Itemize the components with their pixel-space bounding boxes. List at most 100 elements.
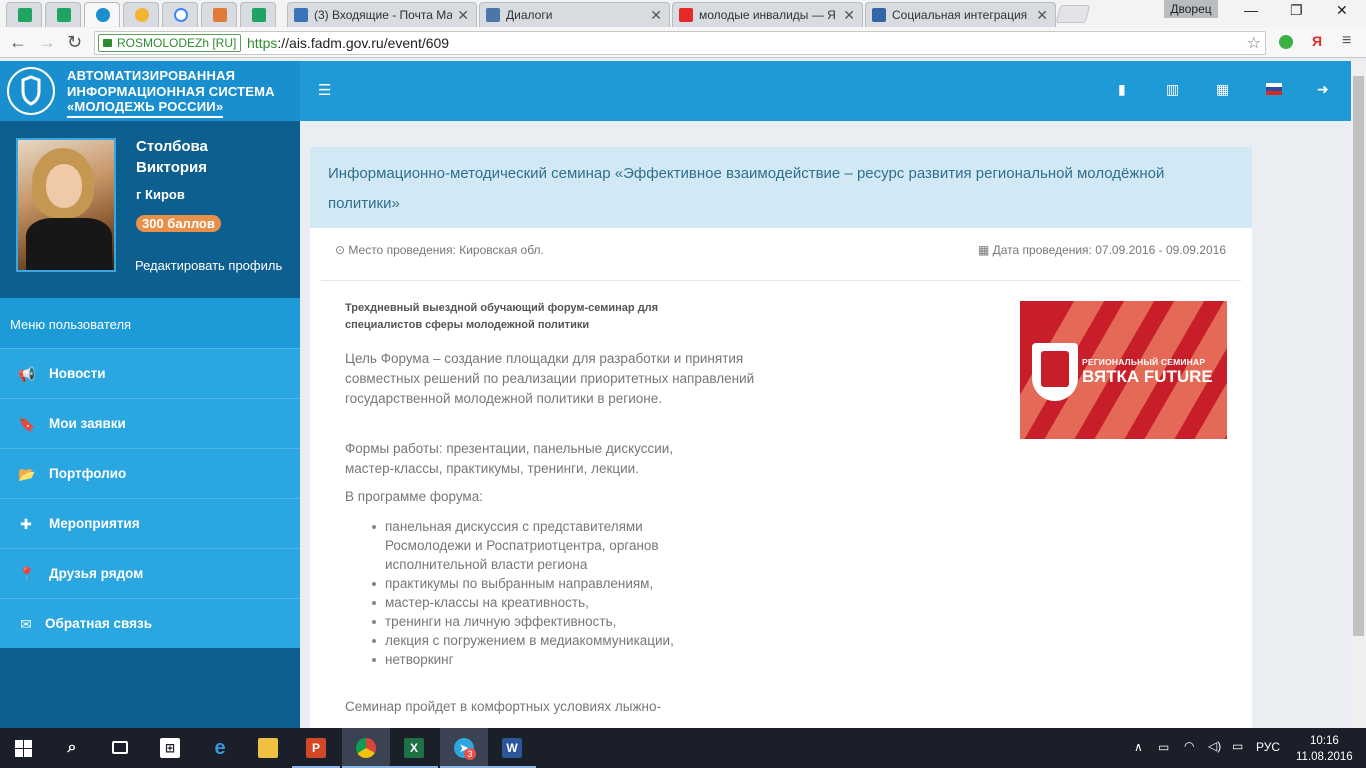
back-icon[interactable]: ← bbox=[9, 32, 27, 53]
edit-profile-link[interactable]: Редактировать профиль bbox=[135, 258, 282, 273]
scrollbar-thumb[interactable] bbox=[1353, 76, 1364, 636]
menu-toggle-icon[interactable]: ☰ bbox=[318, 81, 331, 99]
url-text[interactable]: https://ais.fadm.gov.ru/event/609 bbox=[247, 35, 449, 51]
volume-icon[interactable]: ◁) bbox=[1208, 739, 1221, 753]
avatar[interactable] bbox=[16, 138, 116, 272]
url-rest: ://ais.fadm.gov.ru/event/609 bbox=[277, 35, 450, 51]
pinned-tab-sheets-2[interactable] bbox=[45, 2, 81, 27]
edge-icon: e bbox=[214, 737, 226, 759]
banner-title: ВЯТКА FUTURE bbox=[1082, 367, 1213, 386]
tab-social[interactable]: Социальная интеграция ✕ bbox=[865, 2, 1056, 27]
word-icon: W bbox=[502, 738, 522, 758]
telegram-app[interactable]: ➤ 3 bbox=[440, 728, 488, 768]
new-tab-button[interactable] bbox=[1055, 5, 1091, 23]
brand-line-1: АВТОМАТИЗИРОВАННАЯ bbox=[67, 68, 236, 83]
envelope-icon: ✉ bbox=[20, 616, 32, 632]
chrome-icon bbox=[356, 738, 376, 758]
sidebar-item-news[interactable]: 📢 Новости bbox=[0, 348, 300, 398]
book-icon[interactable]: ▮ bbox=[1118, 81, 1126, 98]
close-window-icon[interactable]: ✕ bbox=[1336, 2, 1348, 19]
bookmark-icon: 🔖 bbox=[18, 416, 36, 432]
pinned-tab-6[interactable] bbox=[201, 2, 237, 27]
powerpoint-icon: P bbox=[306, 738, 326, 758]
minimize-icon[interactable]: — bbox=[1244, 2, 1258, 18]
sidebar-item-applications[interactable]: 🔖 Мои заявки bbox=[0, 398, 300, 448]
chevron-up-icon[interactable]: ∧ bbox=[1134, 740, 1143, 754]
excel-app[interactable]: X bbox=[390, 728, 438, 768]
start-button[interactable] bbox=[0, 728, 48, 768]
page-scrollbar[interactable] bbox=[1351, 61, 1366, 728]
wifi-icon[interactable]: ◠ bbox=[1184, 739, 1194, 753]
star-icon[interactable]: ☆ bbox=[1247, 33, 1261, 53]
event-card: Информационно-методический семинар «Эффе… bbox=[310, 147, 1252, 737]
input-language[interactable]: РУС bbox=[1256, 740, 1280, 754]
list-item: практикумы по выбранным направлениям, bbox=[371, 576, 654, 591]
close-tab-icon[interactable]: ✕ bbox=[843, 3, 855, 27]
megaphone-icon: 📢 bbox=[18, 366, 36, 382]
brand-header[interactable]: АВТОМАТИЗИРОВАННАЯ ИНФОРМАЦИОННАЯ СИСТЕМ… bbox=[0, 61, 300, 121]
store-app[interactable]: ⊞ bbox=[146, 728, 194, 768]
pinned-tab-current[interactable] bbox=[84, 2, 120, 27]
edge-app[interactable]: e bbox=[196, 728, 244, 768]
ev-certificate-badge[interactable]: ROSMOLODEZh [RU] bbox=[98, 34, 242, 52]
folder-icon bbox=[258, 738, 278, 758]
logout-icon[interactable]: ➜ bbox=[1317, 81, 1329, 98]
close-tab-icon[interactable]: ✕ bbox=[1036, 3, 1048, 27]
word-app[interactable]: W bbox=[488, 728, 536, 768]
sidebar-item-portfolio[interactable]: 📂 Портфолио bbox=[0, 448, 300, 498]
reload-icon[interactable]: ↻ bbox=[67, 32, 82, 53]
sidebar-item-feedback[interactable]: ✉ Обратная связь bbox=[0, 598, 300, 648]
banner-subtitle: РЕГИОНАЛЬНЫЙ СЕМИНАР bbox=[1082, 357, 1206, 367]
russian-flag-icon[interactable] bbox=[1266, 83, 1282, 95]
bar-chart-icon[interactable]: ▥ bbox=[1166, 81, 1179, 98]
accessibility-icon bbox=[872, 8, 886, 22]
list-item: мастер-классы на креативность, bbox=[372, 595, 589, 610]
tab-dialogs[interactable]: Диалоги ✕ bbox=[479, 2, 670, 27]
victory-hand-icon bbox=[1032, 343, 1078, 401]
user-city: г Киров bbox=[136, 187, 185, 202]
chrome-app[interactable] bbox=[342, 728, 390, 768]
search-button[interactable]: ⌕ bbox=[48, 728, 96, 768]
menu-icon[interactable]: ≡ bbox=[1342, 32, 1351, 50]
notification-icon[interactable]: ▭ bbox=[1232, 739, 1243, 753]
google-icon bbox=[174, 8, 188, 22]
sidebar-item-friends[interactable]: 📍 Друзья рядом bbox=[0, 548, 300, 598]
task-view-button[interactable] bbox=[96, 728, 144, 768]
pinned-tab-sheets-3[interactable] bbox=[240, 2, 276, 27]
clock-date: 11.08.2016 bbox=[1296, 751, 1353, 763]
unread-badge: 3 bbox=[464, 748, 476, 760]
close-tab-icon[interactable]: ✕ bbox=[457, 3, 469, 27]
excel-icon: X bbox=[404, 738, 424, 758]
close-tab-icon[interactable]: ✕ bbox=[650, 3, 662, 27]
restore-icon[interactable]: ❐ bbox=[1290, 2, 1303, 19]
tab-mail[interactable]: (3) Входящие - Почта Ма ✕ bbox=[287, 2, 477, 27]
vk-icon bbox=[486, 8, 500, 22]
search-icon: ⌕ bbox=[67, 739, 77, 756]
event-banner-image[interactable]: РЕГИОНАЛЬНЫЙ СЕМИНАР ВЯТКА FUTURE bbox=[1020, 301, 1227, 439]
yandex-extension-icon[interactable]: Я bbox=[1312, 33, 1322, 49]
sidebar-item-label: Друзья рядом bbox=[49, 566, 144, 581]
bookmark-icon bbox=[213, 8, 227, 22]
tab-title: Социальная интеграция bbox=[892, 8, 1028, 22]
sidebar-item-label: Портфолио bbox=[49, 466, 127, 481]
sidebar-item-events[interactable]: ✚ Мероприятия bbox=[0, 498, 300, 548]
profile-chip[interactable]: Дворец bbox=[1164, 0, 1218, 18]
battery-icon[interactable]: ▭ bbox=[1158, 740, 1169, 754]
pinned-tab-sheets-1[interactable] bbox=[6, 2, 42, 27]
site-logo-icon bbox=[96, 8, 110, 22]
map-marker-icon: 📍 bbox=[18, 566, 36, 582]
clock[interactable]: 10:16 11.08.2016 bbox=[1296, 733, 1353, 765]
explorer-app[interactable] bbox=[244, 728, 292, 768]
tab-yandex[interactable]: молодые инвалиды — Я ✕ bbox=[672, 2, 863, 27]
download-extension-icon[interactable] bbox=[1279, 35, 1293, 49]
sidebar-item-label: Мероприятия bbox=[49, 516, 140, 531]
pinned-tab-google[interactable] bbox=[162, 2, 198, 27]
clock-time: 10:16 bbox=[1309, 735, 1339, 747]
pinned-tab-4[interactable] bbox=[123, 2, 159, 27]
event-forms: Формы работы: презентации, панельные дис… bbox=[345, 441, 674, 476]
powerpoint-app[interactable]: P bbox=[292, 728, 340, 768]
omnibox[interactable]: ROSMOLODEZh [RU] https://ais.fadm.gov.ru… bbox=[94, 31, 1266, 55]
table-icon[interactable]: ▦ bbox=[1216, 81, 1229, 98]
forward-icon[interactable]: → bbox=[38, 32, 56, 53]
user-name: Столбова Виктория bbox=[136, 138, 208, 176]
